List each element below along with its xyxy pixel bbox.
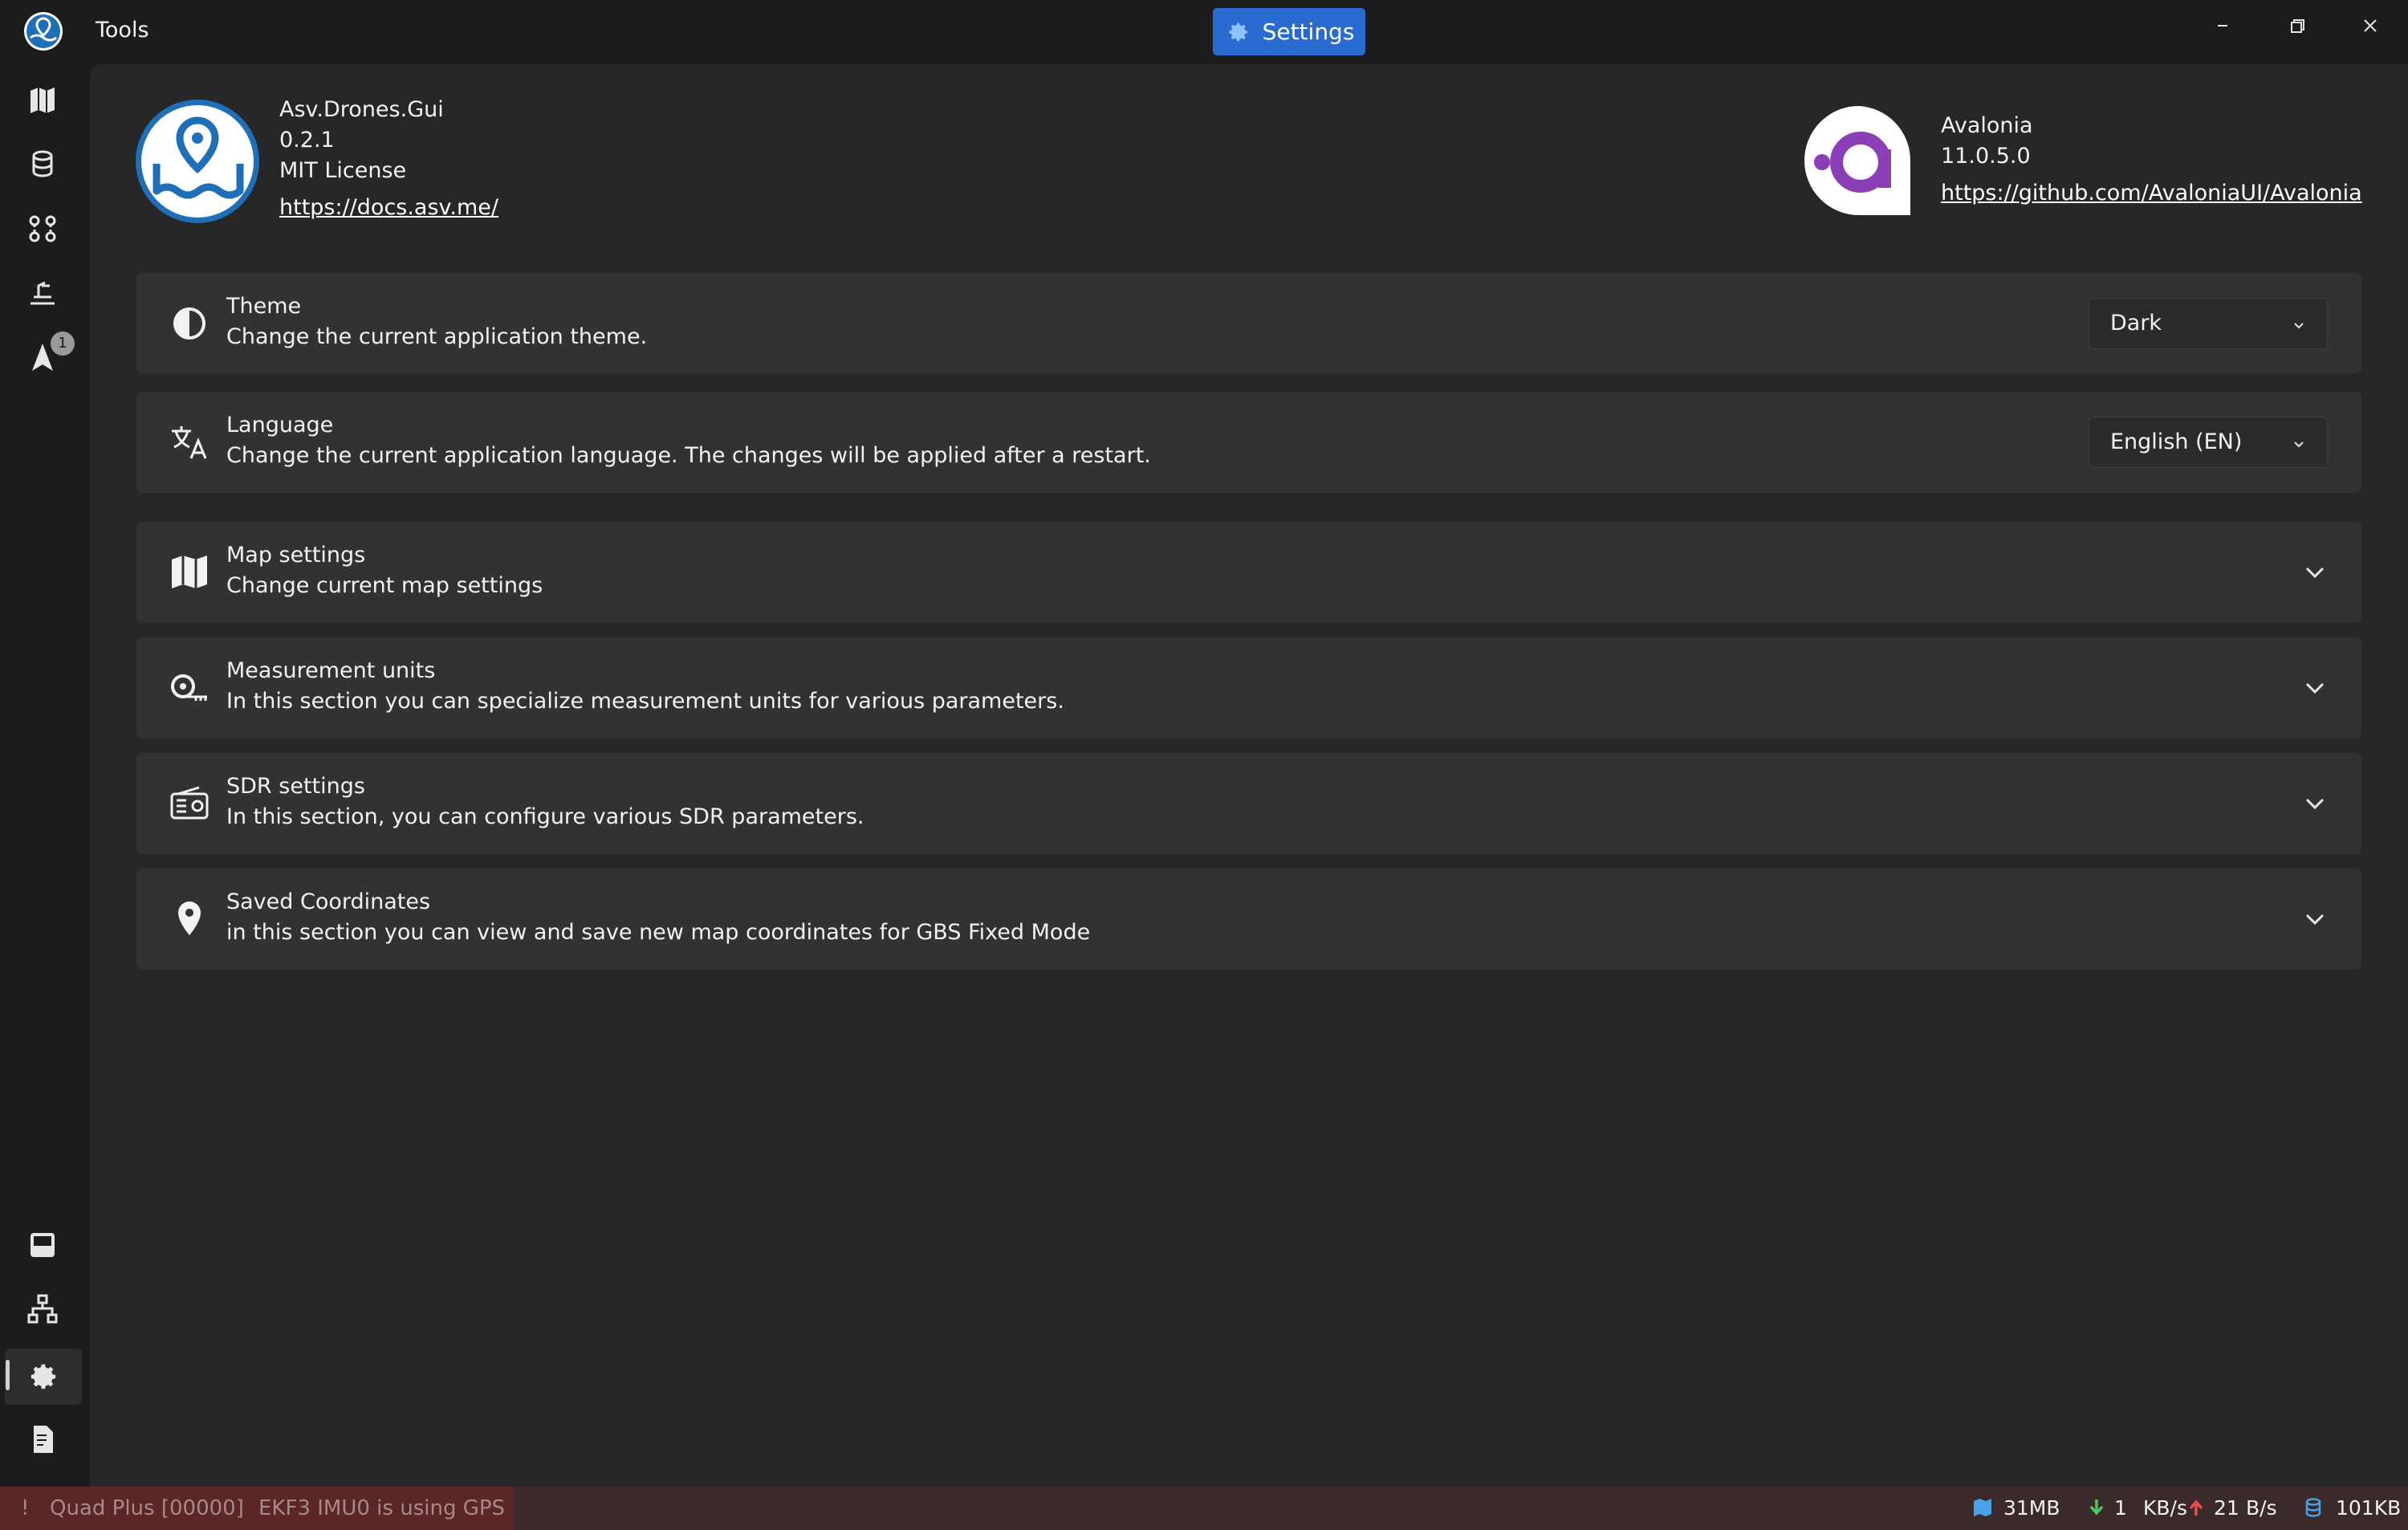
restore-icon[interactable] bbox=[2276, 10, 2316, 42]
app-info: Asv.Drones.Gui 0.2.1 MIT License https:/… bbox=[279, 95, 498, 223]
saved-coordinates-title: Saved Coordinates bbox=[226, 889, 431, 914]
minimize-icon[interactable] bbox=[2203, 10, 2243, 42]
status-bar: ! Quad Plus [00000] EKF3 IMU0 is using G… bbox=[0, 1487, 2408, 1530]
language-select[interactable]: English (EN) bbox=[2089, 417, 2328, 468]
status-message: EKF3 IMU0 is using GPS bbox=[258, 1496, 506, 1520]
storage-icon[interactable] bbox=[24, 1227, 61, 1263]
gear-icon bbox=[1229, 22, 1247, 41]
network-icon[interactable] bbox=[24, 1291, 61, 1328]
theme-title: Theme bbox=[226, 294, 302, 319]
language-setting-card: Language Change the current application … bbox=[136, 392, 2361, 493]
framework-version: 11.0.5.0 bbox=[1941, 144, 2031, 169]
sdr-settings-title: SDR settings bbox=[226, 774, 365, 799]
map-cache-size: 31MB bbox=[2003, 1496, 2060, 1520]
framework-name: Avalonia bbox=[1941, 113, 2033, 138]
notification-badge: 1 bbox=[51, 332, 75, 356]
saved-coordinates-expander[interactable]: Saved Coordinates in this section you ca… bbox=[136, 869, 2361, 970]
alert-mark: ! bbox=[21, 1496, 30, 1520]
title-bar: Tools Settings bbox=[0, 0, 2408, 64]
rx-unit: KB/s bbox=[2143, 1496, 2187, 1520]
device-label[interactable]: Quad Plus [00000] bbox=[50, 1496, 244, 1520]
app-logo-icon bbox=[136, 100, 259, 223]
radio-icon bbox=[170, 786, 209, 820]
chevron-down-icon bbox=[2305, 567, 2325, 579]
map-settings-title: Map settings bbox=[226, 543, 366, 568]
map-settings-description: Change current map settings bbox=[226, 573, 543, 598]
saved-coordinates-description: in this section you can view and save ne… bbox=[226, 920, 1091, 945]
rail-active-indicator bbox=[6, 1360, 10, 1390]
chevron-down-icon bbox=[2305, 682, 2325, 694]
download-arrow-icon bbox=[2089, 1499, 2104, 1516]
avalonia-link[interactable]: https://github.com/AvaloniaUI/Avalonia bbox=[1941, 178, 2362, 209]
rx-value: 1 bbox=[2114, 1496, 2127, 1520]
tx-value: 21 bbox=[2214, 1496, 2239, 1520]
theme-select-value: Dark bbox=[2110, 311, 2162, 336]
map-icon[interactable] bbox=[24, 82, 61, 119]
tx-unit: B/s bbox=[2246, 1496, 2277, 1520]
docs-link[interactable]: https://docs.asv.me/ bbox=[279, 193, 498, 223]
chevron-down-icon bbox=[2294, 442, 2304, 448]
map-icon bbox=[172, 555, 207, 588]
database-icon[interactable] bbox=[24, 146, 61, 183]
sdr-settings-description: In this section, you can configure vario… bbox=[226, 804, 864, 829]
map-settings-expander[interactable]: Map settings Change current map settings bbox=[136, 522, 2361, 623]
theme-select[interactable]: Dark bbox=[2089, 298, 2328, 349]
tape-measure-icon bbox=[171, 674, 207, 701]
database-icon bbox=[2305, 1498, 2321, 1517]
close-icon[interactable] bbox=[2350, 10, 2390, 42]
settings-button[interactable]: Settings bbox=[1213, 8, 1365, 55]
framework-info: Avalonia 11.0.5.0 https://github.com/Ava… bbox=[1941, 111, 2362, 209]
translate-icon bbox=[172, 426, 207, 459]
document-icon[interactable] bbox=[24, 1421, 61, 1458]
upload-arrow-icon bbox=[2189, 1499, 2203, 1516]
chevron-down-icon bbox=[2305, 914, 2325, 926]
tool-icon[interactable] bbox=[24, 275, 61, 311]
sdr-settings-expander[interactable]: SDR settings In this section, you can co… bbox=[136, 753, 2361, 854]
settings-button-label: Settings bbox=[1262, 18, 1355, 45]
route-icon[interactable] bbox=[24, 210, 61, 247]
app-license: MIT License bbox=[279, 158, 407, 183]
gear-icon[interactable] bbox=[24, 1358, 61, 1395]
measurement-units-expander[interactable]: Measurement units In this section you ca… bbox=[136, 637, 2361, 739]
contrast-icon bbox=[173, 307, 205, 340]
chevron-down-icon bbox=[2305, 798, 2325, 810]
measurement-units-title: Measurement units bbox=[226, 658, 436, 683]
measurement-units-description: In this section you can specialize measu… bbox=[226, 689, 1064, 714]
theme-description: Change the current application theme. bbox=[226, 324, 648, 349]
db-size: 101KB bbox=[2336, 1496, 2402, 1520]
avalonia-logo-icon bbox=[1804, 106, 1910, 215]
app-logo-icon bbox=[24, 12, 63, 51]
window-title: Tools bbox=[96, 18, 149, 43]
location-pin-icon bbox=[178, 901, 201, 935]
map-icon bbox=[1974, 1499, 1991, 1516]
language-select-value: English (EN) bbox=[2110, 429, 2243, 454]
language-description: Change the current application language.… bbox=[226, 443, 1151, 468]
chevron-down-icon bbox=[2294, 323, 2304, 329]
app-name: Asv.Drones.Gui bbox=[279, 97, 444, 122]
theme-setting-card: Theme Change the current application the… bbox=[136, 273, 2361, 374]
app-version: 0.2.1 bbox=[279, 128, 335, 153]
language-title: Language bbox=[226, 413, 334, 437]
